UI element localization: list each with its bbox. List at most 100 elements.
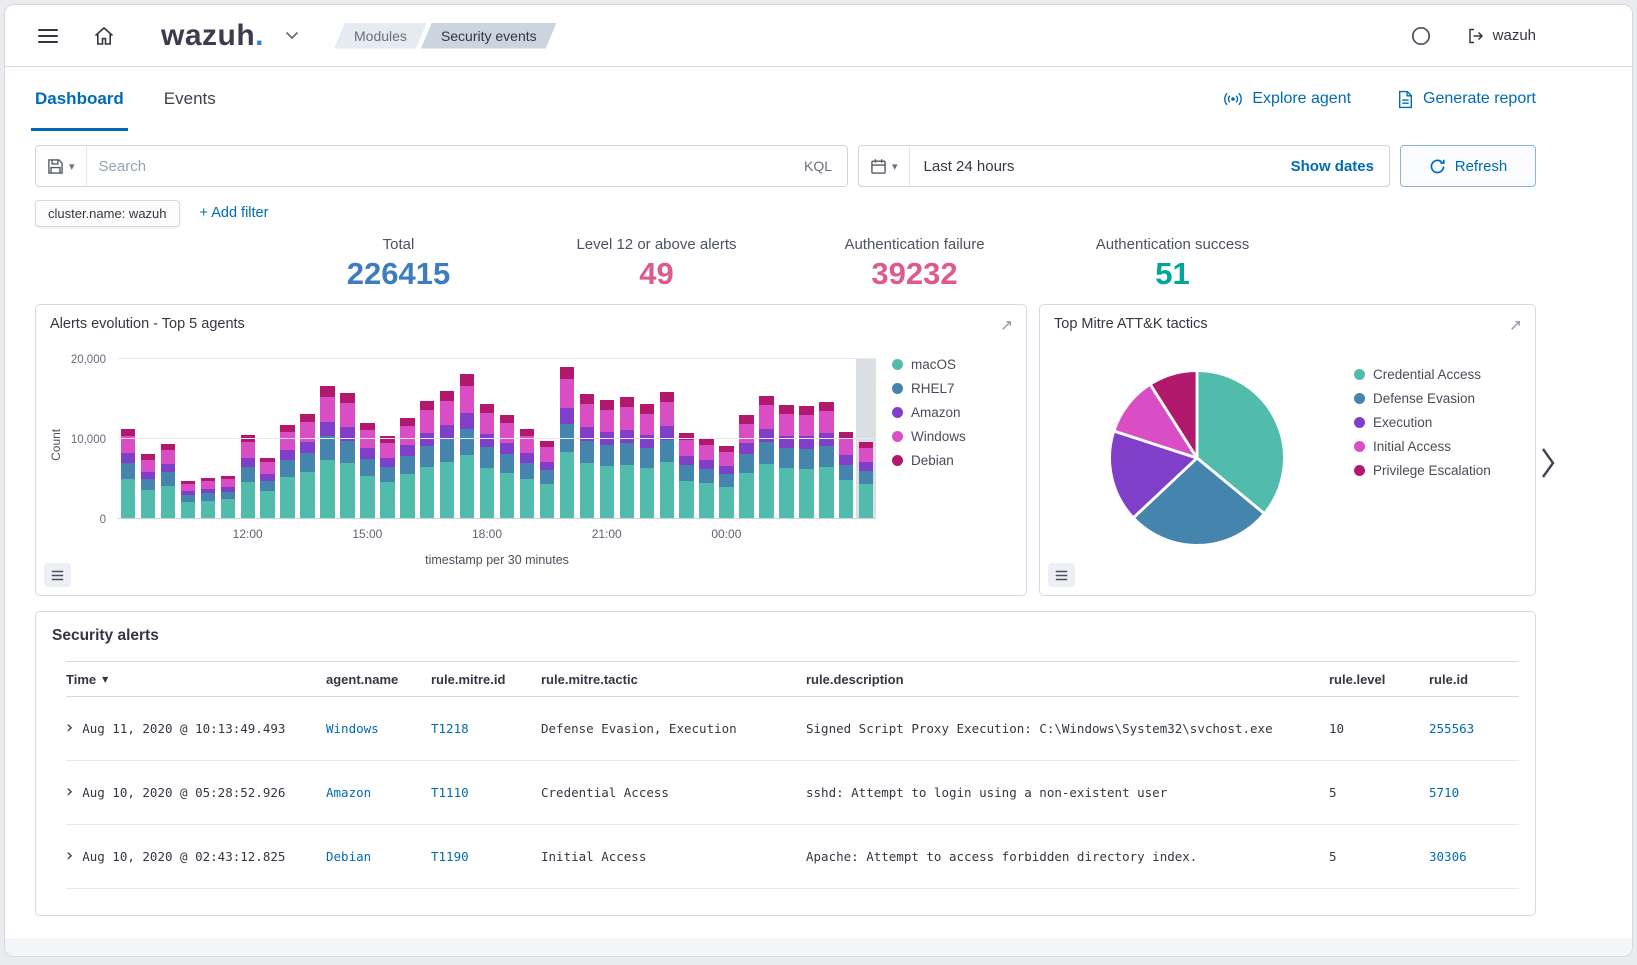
bar-slot[interactable]: [377, 359, 397, 518]
bar-slot[interactable]: [238, 359, 258, 518]
expand-panel-button[interactable]: [1506, 316, 1525, 338]
row-expand-icon[interactable]: ›: [66, 785, 73, 801]
bar-slot[interactable]: [757, 359, 777, 518]
next-panel-button[interactable]: [1536, 442, 1560, 487]
status-ring-button[interactable]: [1403, 18, 1439, 54]
legend-item[interactable]: Amazon: [892, 405, 1012, 420]
date-quick-select-button[interactable]: ▾: [859, 146, 910, 186]
row-expand-icon[interactable]: ›: [66, 721, 73, 737]
agent-name-link[interactable]: Debian: [326, 849, 371, 864]
legend-item[interactable]: Initial Access: [1354, 439, 1524, 454]
legend-item[interactable]: Defense Evasion: [1354, 391, 1524, 406]
bar-slot[interactable]: [816, 359, 836, 518]
filter-chip-cluster-name[interactable]: cluster.name: wazuh: [35, 200, 180, 227]
bar-slot[interactable]: [158, 359, 178, 518]
row-expand-icon[interactable]: ›: [66, 849, 73, 865]
bar-slot[interactable]: [697, 359, 717, 518]
inspect-panel-button[interactable]: [44, 563, 71, 587]
bar-slot[interactable]: [357, 359, 377, 518]
home-button[interactable]: [85, 17, 123, 55]
tab-events[interactable]: Events: [164, 67, 216, 131]
legend-item[interactable]: Debian: [892, 453, 1012, 468]
mitre-id-link[interactable]: T1190: [431, 849, 469, 864]
bar-slot[interactable]: [457, 359, 477, 518]
column-header-rule-id[interactable]: rule.id: [1429, 672, 1519, 687]
time-range-label[interactable]: Last 24 hours: [910, 158, 1029, 175]
bar-slot[interactable]: [138, 359, 158, 518]
generate-report-link[interactable]: Generate report: [1397, 90, 1536, 109]
menu-button[interactable]: [31, 21, 65, 51]
search-input[interactable]: [87, 158, 789, 175]
bar-slot[interactable]: [258, 359, 278, 518]
agent-name-link[interactable]: Windows: [326, 721, 379, 736]
rule-id-link[interactable]: 30306: [1429, 849, 1467, 864]
show-dates-link[interactable]: Show dates: [1276, 158, 1389, 175]
legend-item[interactable]: Privilege Escalation: [1354, 463, 1524, 478]
bar-slot[interactable]: [717, 359, 737, 518]
rule-id-link[interactable]: 255563: [1429, 721, 1474, 736]
inspect-panel-button[interactable]: [1048, 563, 1075, 587]
mitre-id-link[interactable]: T1110: [431, 785, 469, 800]
legend-item[interactable]: Execution: [1354, 415, 1524, 430]
bar-slot[interactable]: [677, 359, 697, 518]
bar-slot[interactable]: [337, 359, 357, 518]
bar-slot[interactable]: [796, 359, 816, 518]
bar-slot[interactable]: [318, 359, 338, 518]
bar-slot[interactable]: [517, 359, 537, 518]
rule-id-link[interactable]: 5710: [1429, 785, 1459, 800]
calendar-icon: [870, 158, 887, 175]
bar-slot[interactable]: [198, 359, 218, 518]
legend-item[interactable]: Windows: [892, 429, 1012, 444]
bar-slot[interactable]: [178, 359, 198, 518]
bar-slot[interactable]: [657, 359, 677, 518]
bar-slot[interactable]: [497, 359, 517, 518]
bar-slot[interactable]: [417, 359, 437, 518]
agent-name-link[interactable]: Amazon: [326, 785, 371, 800]
saved-query-button[interactable]: ▾: [36, 146, 87, 186]
column-header-time[interactable]: Time▼: [66, 672, 326, 687]
bar-slot[interactable]: [397, 359, 417, 518]
bar-slot[interactable]: [218, 359, 238, 518]
bar-slot[interactable]: [278, 359, 298, 518]
bar-slot[interactable]: [597, 359, 617, 518]
user-menu-button[interactable]: wazuh: [1467, 27, 1536, 45]
bar-slot[interactable]: [776, 359, 796, 518]
column-header-agent-name[interactable]: agent.name: [326, 672, 431, 687]
column-header-rule-mitre-id[interactable]: rule.mitre.id: [431, 672, 541, 687]
tab-dashboard[interactable]: Dashboard: [35, 67, 124, 131]
bar-segment-rhel7: [620, 443, 634, 465]
bar-segment-macos: [221, 499, 235, 518]
legend-item[interactable]: macOS: [892, 357, 1012, 372]
bar-slot[interactable]: [637, 359, 657, 518]
column-header-rule-mitre-tactic[interactable]: rule.mitre.tactic: [541, 672, 806, 687]
bar-slot[interactable]: [298, 359, 318, 518]
stat-value: 39232: [786, 256, 1044, 292]
refresh-button[interactable]: Refresh: [1400, 145, 1536, 187]
legend-item[interactable]: RHEL7: [892, 381, 1012, 396]
bar-stack: [540, 359, 554, 518]
query-language-label[interactable]: KQL: [789, 158, 847, 174]
mitre-id-link[interactable]: T1218: [431, 721, 469, 736]
bar-slot[interactable]: [836, 359, 856, 518]
bar-slot[interactable]: [577, 359, 597, 518]
legend-dot-icon: [1354, 441, 1365, 452]
legend-label: Windows: [911, 429, 966, 444]
expand-panel-button[interactable]: [997, 316, 1016, 338]
column-header-rule-description[interactable]: rule.description: [806, 672, 1329, 687]
add-filter-link[interactable]: + Add filter: [200, 205, 269, 221]
bar-slot[interactable]: [557, 359, 577, 518]
bar-slot[interactable]: [477, 359, 497, 518]
bar-segment-macos: [340, 463, 354, 518]
legend-item[interactable]: Credential Access: [1354, 367, 1524, 382]
bar-segment-macos: [660, 462, 674, 518]
breadcrumb-modules[interactable]: Modules: [334, 23, 427, 49]
bar-slot[interactable]: [118, 359, 138, 518]
bar-slot[interactable]: [737, 359, 757, 518]
bar-slot[interactable]: [856, 359, 876, 518]
bar-slot[interactable]: [437, 359, 457, 518]
app-switcher-button[interactable]: [278, 24, 306, 47]
bar-slot[interactable]: [537, 359, 557, 518]
explore-agent-link[interactable]: Explore agent: [1223, 89, 1351, 109]
column-header-rule-level[interactable]: rule.level: [1329, 672, 1429, 687]
bar-slot[interactable]: [617, 359, 637, 518]
